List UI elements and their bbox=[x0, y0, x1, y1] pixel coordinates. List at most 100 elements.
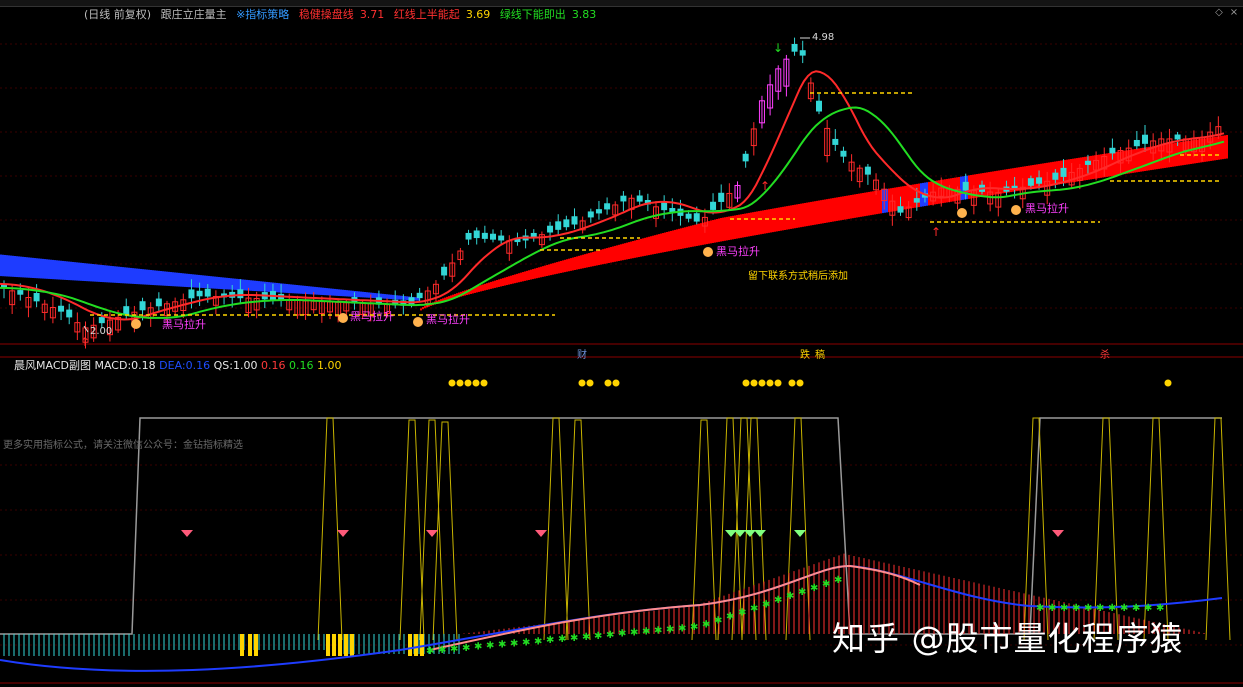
band-segment bbox=[44, 259, 46, 279]
up-arrow-icon: ↑ bbox=[760, 179, 770, 193]
candle-body bbox=[685, 213, 692, 219]
band-segment bbox=[424, 305, 426, 309]
band-segment bbox=[1042, 163, 1044, 187]
band-segment bbox=[1026, 165, 1028, 190]
candle-body bbox=[799, 50, 806, 56]
signal-dot bbox=[586, 379, 594, 387]
band-segment bbox=[104, 265, 106, 283]
band-segment bbox=[754, 211, 756, 236]
band-segment bbox=[176, 272, 178, 287]
low-price-label: 2.00 bbox=[90, 326, 113, 337]
band-segment bbox=[510, 275, 512, 285]
band-segment bbox=[300, 285, 302, 294]
band-segment bbox=[266, 281, 268, 292]
band-segment bbox=[514, 274, 516, 284]
band-segment bbox=[384, 294, 386, 299]
spike-line bbox=[785, 417, 811, 641]
signal-dot bbox=[788, 379, 796, 387]
candle-body bbox=[1174, 134, 1181, 140]
band-segment bbox=[562, 260, 564, 273]
band-segment bbox=[390, 294, 392, 300]
sub-chart-name[interactable]: 晨风MACD副图 bbox=[14, 359, 91, 372]
band-segment bbox=[654, 235, 656, 254]
candle-body bbox=[791, 43, 798, 52]
candle-body bbox=[498, 235, 505, 241]
signal-dot bbox=[464, 379, 472, 387]
band-segment bbox=[906, 185, 908, 210]
band-segment bbox=[88, 263, 90, 282]
band-segment bbox=[156, 270, 158, 286]
band-segment bbox=[210, 276, 212, 289]
band-segment bbox=[836, 197, 838, 221]
band-segment bbox=[202, 275, 204, 288]
band-segment bbox=[140, 268, 142, 285]
band-segment bbox=[182, 273, 184, 287]
cross-marker: ✱ bbox=[738, 607, 746, 618]
band-segment bbox=[676, 229, 678, 250]
band-segment bbox=[756, 211, 758, 235]
band-segment bbox=[816, 200, 818, 225]
band-segment bbox=[1156, 145, 1158, 170]
band-segment bbox=[672, 230, 674, 251]
band-segment bbox=[848, 195, 850, 219]
band-segment bbox=[554, 262, 556, 275]
candle-body bbox=[155, 298, 162, 307]
band-segment bbox=[664, 232, 666, 253]
band-segment bbox=[392, 294, 394, 300]
band-segment bbox=[192, 274, 194, 288]
band-segment bbox=[74, 262, 76, 281]
band-segment bbox=[610, 246, 612, 263]
candle-body bbox=[66, 309, 73, 318]
band-segment bbox=[1220, 135, 1222, 160]
signal-label-3: 黑马拉升 bbox=[426, 313, 470, 326]
spike-line bbox=[1205, 417, 1231, 641]
band-segment bbox=[504, 277, 506, 286]
band-segment bbox=[666, 231, 668, 252]
cross-marker: ✱ bbox=[678, 623, 686, 634]
band-segment bbox=[606, 248, 608, 264]
band-segment bbox=[254, 280, 256, 292]
band-segment bbox=[682, 227, 684, 249]
chart-canvas[interactable]: ↑↑↑↓✱ ✱ ✱ ✱ ✱ ✱ ✱ ✱ ✱ ✱ ✱ ✱ ✱ ✱ ✱ ✱ ✱ ✱ ✱ ✱ ✱ ✱ ✱ ✱ ✱ ✱ ✱ ✱ ✱ ✱ ✱ ✱ ✱ ✱ ✱✱… bbox=[0, 0, 1243, 687]
qs-label: QS: bbox=[213, 359, 233, 372]
band-segment bbox=[480, 285, 482, 292]
band-segment bbox=[306, 286, 308, 295]
band-segment bbox=[334, 288, 336, 296]
band-segment bbox=[586, 253, 588, 268]
candle-body bbox=[742, 153, 749, 162]
band-segment bbox=[1186, 141, 1188, 165]
band-segment bbox=[244, 279, 246, 291]
hand-icon bbox=[338, 313, 348, 323]
band-segment bbox=[544, 265, 546, 277]
band-segment bbox=[914, 184, 916, 208]
histogram-highlight bbox=[240, 634, 244, 656]
band-segment bbox=[796, 204, 798, 228]
band-segment bbox=[204, 275, 206, 289]
histogram-highlight bbox=[326, 634, 330, 656]
band-segment bbox=[812, 201, 814, 226]
band-segment bbox=[498, 279, 500, 287]
band-segment bbox=[108, 265, 110, 283]
candle-body bbox=[204, 288, 211, 297]
candle-body bbox=[196, 290, 203, 297]
sub-value-2: 0.16 bbox=[289, 359, 314, 372]
band-segment bbox=[64, 261, 66, 280]
candle-body bbox=[1036, 177, 1043, 184]
band-segment bbox=[116, 266, 118, 283]
band-segment bbox=[602, 249, 604, 265]
band-segment bbox=[712, 220, 714, 243]
hand-icon bbox=[703, 247, 713, 257]
band-segment bbox=[174, 272, 176, 287]
band-segment bbox=[166, 271, 168, 286]
band-segment bbox=[832, 198, 834, 222]
candle-body bbox=[840, 150, 847, 157]
band-segment bbox=[114, 266, 116, 283]
cross-marker: ✱ bbox=[798, 587, 806, 598]
band-segment bbox=[352, 290, 354, 297]
band-segment bbox=[596, 250, 598, 266]
band-segment bbox=[532, 269, 534, 280]
band-segment bbox=[328, 288, 330, 296]
band-segment bbox=[862, 192, 864, 217]
band-segment bbox=[798, 204, 800, 228]
band-segment bbox=[622, 243, 624, 261]
